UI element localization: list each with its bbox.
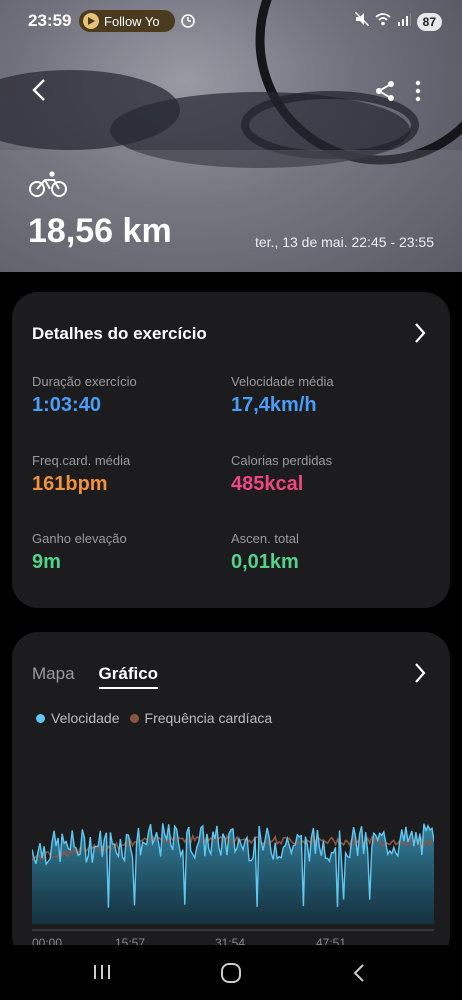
stat-calories: Calorias perdidas 485kcal xyxy=(231,453,333,495)
back-arrow-icon[interactable] xyxy=(30,78,50,107)
alarm-icon xyxy=(180,12,196,33)
stat-elevation-gain: Ganho elevação 9m xyxy=(32,531,127,573)
status-bar: 23:59 Follow Yo 87 xyxy=(0,10,462,34)
recent-apps-icon[interactable] xyxy=(92,963,112,986)
system-nav-bar xyxy=(0,945,462,1000)
more-options-icon[interactable] xyxy=(414,80,422,107)
status-time: 23:59 xyxy=(28,11,72,30)
workout-date-range: ter., 13 de mai. 22:45 - 23:55 xyxy=(254,234,434,250)
share-icon[interactable] xyxy=(374,80,396,107)
details-title: Detalhes do exercício xyxy=(32,324,207,343)
stat-avg-speed: Velocidade média 17,4km/h xyxy=(231,374,334,416)
legend-speed: Velocidade xyxy=(36,710,120,726)
chevron-right-icon[interactable] xyxy=(414,322,426,349)
cycling-icon xyxy=(28,170,68,203)
battery-indicator: 87 xyxy=(416,12,442,31)
tab-map[interactable]: Mapa xyxy=(32,664,75,689)
notification-text: Follow Yo xyxy=(104,13,160,29)
chart-legend: Velocidade Frequência cardíaca xyxy=(36,710,272,726)
mute-icon xyxy=(354,11,370,31)
graph-card: Mapa Gráfico Velocidade Frequência cardí… xyxy=(12,632,450,962)
hero-banner: 23:59 Follow Yo 87 18,56 km ter., 13 de … xyxy=(0,0,462,272)
speed-heart-rate-chart xyxy=(32,823,434,931)
home-icon[interactable] xyxy=(220,963,242,988)
stat-avg-heart-rate: Freq.card. média 161bpm xyxy=(32,453,131,495)
tab-graph[interactable]: Gráfico xyxy=(98,664,159,689)
wifi-icon xyxy=(375,12,391,31)
play-icon xyxy=(83,13,99,29)
back-icon[interactable] xyxy=(352,963,366,988)
notification-pill[interactable]: Follow Yo xyxy=(79,10,175,32)
stat-duration: Duração exercício 1:03:40 xyxy=(32,374,137,416)
signal-icon xyxy=(397,12,411,31)
total-distance: 18,56 km xyxy=(28,212,172,250)
stat-total-ascent: Ascen. total 0,01km xyxy=(231,531,299,573)
exercise-details-card[interactable]: Detalhes do exercício Duração exercício … xyxy=(12,292,450,608)
legend-heart-rate: Frequência cardíaca xyxy=(129,710,272,726)
chevron-right-icon[interactable] xyxy=(414,662,426,689)
